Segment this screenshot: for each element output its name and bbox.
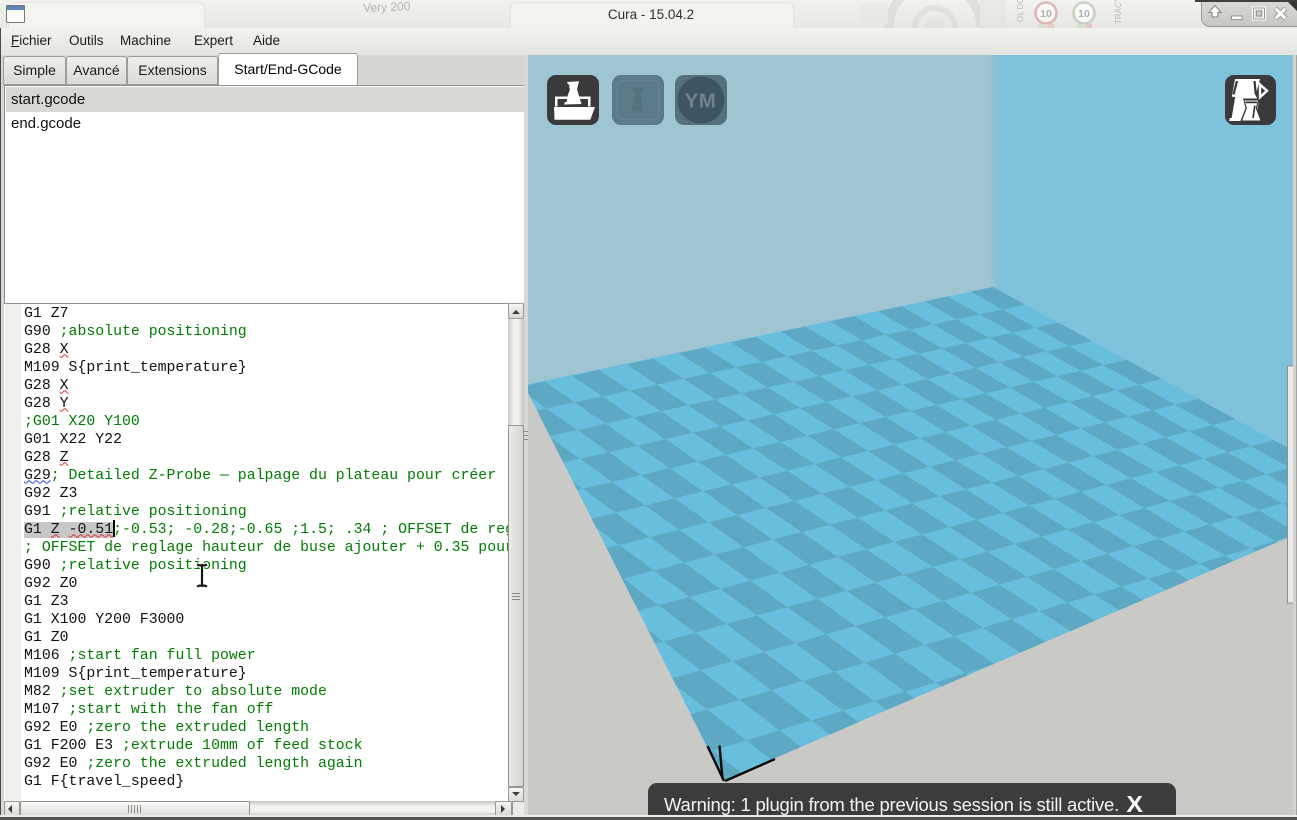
svg-text:TRACT: TRACT — [1114, 0, 1123, 24]
svg-text:10: 10 — [1078, 8, 1090, 20]
svg-text:10: 10 — [1040, 8, 1052, 20]
svg-text:YM: YM — [684, 90, 716, 113]
svg-text:OL DO: OL DO — [1016, 0, 1025, 22]
